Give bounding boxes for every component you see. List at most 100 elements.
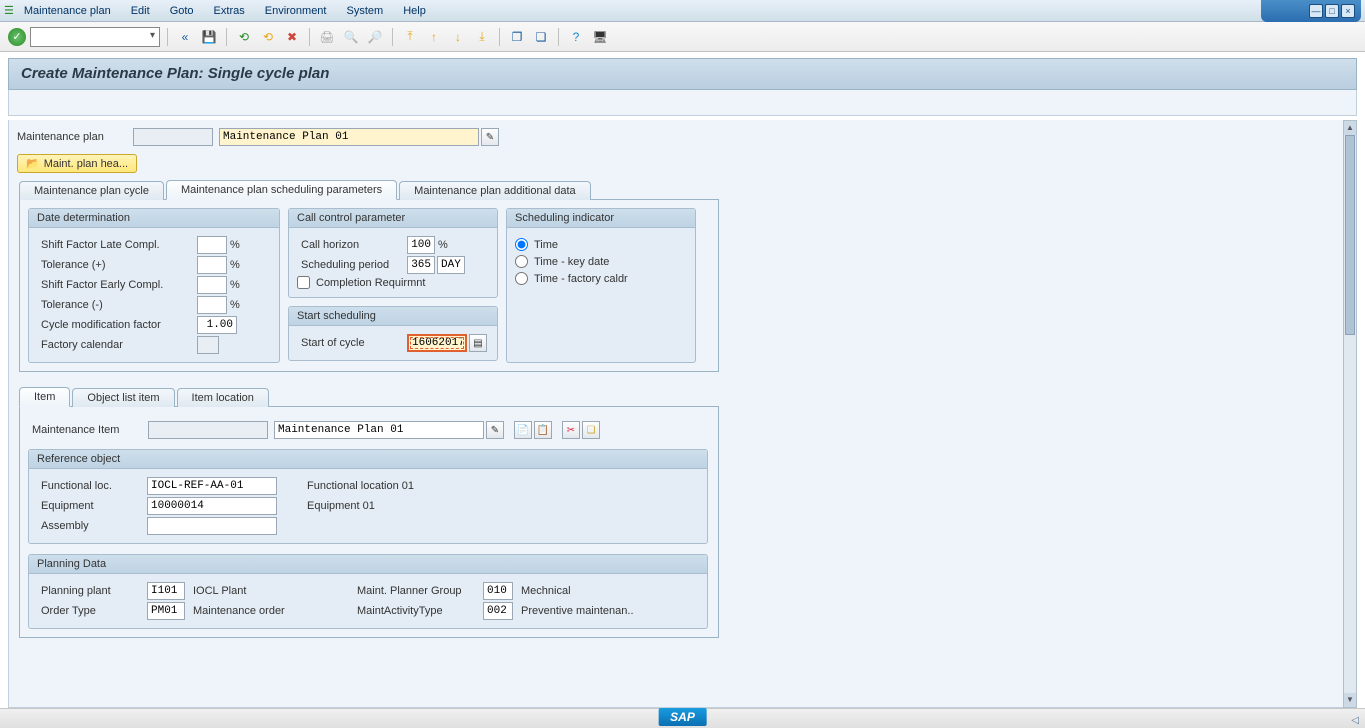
save-icon[interactable]: 💾 — [199, 27, 219, 47]
item-cut-icon[interactable]: ✂ — [562, 421, 580, 439]
last-page-icon[interactable]: ⤓ — [472, 27, 492, 47]
scroll-down-icon[interactable]: ▼ — [1344, 693, 1356, 707]
assembly-input[interactable] — [147, 517, 277, 535]
planning-plant-input[interactable] — [147, 582, 185, 600]
command-field[interactable] — [30, 27, 160, 47]
planner-group-label: Maint. Planner Group — [353, 585, 483, 597]
edit-desc-icon[interactable]: ✎ — [481, 128, 499, 146]
menu-system[interactable]: System — [337, 3, 394, 19]
menu-edit[interactable]: Edit — [121, 3, 160, 19]
maint-item-desc-input[interactable] — [274, 421, 484, 439]
planner-group-desc: Mechnical — [521, 585, 571, 597]
planner-group-input[interactable] — [483, 582, 513, 600]
menu-environment[interactable]: Environment — [255, 3, 337, 19]
prev-page-icon[interactable]: ↑ — [424, 27, 444, 47]
maintenance-plan-number-input[interactable] — [133, 128, 213, 146]
radio-time[interactable] — [515, 238, 528, 251]
tab-additional-data[interactable]: Maintenance plan additional data — [399, 181, 590, 200]
nav-cancel-icon[interactable]: ✖ — [282, 27, 302, 47]
pct-label-5: % — [438, 239, 448, 251]
tab-item-location[interactable]: Item location — [177, 388, 269, 407]
pct-label-2: % — [230, 259, 240, 271]
next-page-icon[interactable]: ↓ — [448, 27, 468, 47]
radio-factory-caldr-label: Time - factory caldr — [534, 273, 628, 285]
pct-label: % — [230, 239, 240, 251]
sched-period-unit-input[interactable] — [437, 256, 465, 274]
radio-time-label: Time — [534, 239, 558, 251]
assembly-label: Assembly — [37, 520, 147, 532]
radio-factory-caldr[interactable] — [515, 272, 528, 285]
maximize-button[interactable]: □ — [1325, 4, 1339, 18]
shift-early-label: Shift Factor Early Compl. — [37, 279, 197, 291]
item-create-icon[interactable]: 📄 — [514, 421, 532, 439]
pct-label-4: % — [230, 299, 240, 311]
maintenance-plan-desc-input[interactable] — [219, 128, 479, 146]
funcloc-input[interactable] — [147, 477, 277, 495]
scheduling-indicator-group: Scheduling indicator Time Time - key dat… — [506, 208, 696, 363]
menu-extras[interactable]: Extras — [204, 3, 255, 19]
factory-cal-label: Factory calendar — [37, 339, 197, 351]
item-other-icon[interactable]: ❏ — [582, 421, 600, 439]
tab-object-list[interactable]: Object list item — [72, 388, 174, 407]
maint-item-label: Maintenance Item — [28, 424, 148, 436]
scroll-thumb[interactable] — [1345, 135, 1355, 335]
item-copy-icon[interactable]: 📋 — [534, 421, 552, 439]
menu-maintenance-plan[interactable]: Maintenance plan — [14, 3, 121, 19]
reference-object-group: Reference object Functional loc.Function… — [28, 449, 708, 544]
maint-activity-type-input[interactable] — [483, 602, 513, 620]
find-icon: 🔍 — [341, 27, 361, 47]
sched-period-input[interactable] — [407, 256, 435, 274]
back-icon[interactable]: « — [175, 27, 195, 47]
status-arrow-icon[interactable]: ◁ — [1351, 715, 1359, 726]
shift-early-input[interactable] — [197, 276, 227, 294]
cycle-mod-input[interactable] — [197, 316, 237, 334]
date-picker-icon[interactable]: ▤ — [469, 334, 487, 352]
tol-minus-label: Tolerance (-) — [37, 299, 197, 311]
main-content: Maintenance plan ✎ 📂 Maint. plan hea... … — [8, 120, 1345, 708]
radio-keydate[interactable] — [515, 255, 528, 268]
item-pane: Maintenance Item ✎ 📄 📋 ✂ ❏ Reference obj… — [19, 406, 719, 638]
minimize-button[interactable]: — — [1309, 4, 1323, 18]
radio-keydate-label: Time - key date — [534, 256, 609, 268]
pct-label-3: % — [230, 279, 240, 291]
help-icon[interactable]: ? — [566, 27, 586, 47]
tab-item[interactable]: Item — [19, 387, 70, 407]
menu-goto[interactable]: Goto — [160, 3, 204, 19]
new-session-icon[interactable]: ❐ — [507, 27, 527, 47]
nav-back-icon[interactable]: ⟲ — [234, 27, 254, 47]
statusbar: SAP ◁ — [0, 708, 1365, 728]
date-determination-group: Date determination Shift Factor Late Com… — [28, 208, 280, 363]
completion-req-checkbox[interactable] — [297, 276, 310, 289]
call-horizon-input[interactable] — [407, 236, 435, 254]
maint-item-number-input[interactable] — [148, 421, 268, 439]
start-scheduling-group: Start scheduling Start of cycle▤ — [288, 306, 498, 361]
tab-cycle[interactable]: Maintenance plan cycle — [19, 181, 164, 200]
equipment-input[interactable] — [147, 497, 277, 515]
nav-exit-icon[interactable]: ⟲ — [258, 27, 278, 47]
order-type-input[interactable] — [147, 602, 185, 620]
layout-icon[interactable]: 🖥 — [590, 27, 610, 47]
tol-minus-input[interactable] — [197, 296, 227, 314]
enter-icon[interactable]: ✓ — [8, 28, 26, 46]
menu-help[interactable]: Help — [393, 3, 436, 19]
item-edit-icon[interactable]: ✎ — [486, 421, 504, 439]
first-page-icon[interactable]: ⤒ — [400, 27, 420, 47]
tol-plus-input[interactable] — [197, 256, 227, 274]
vertical-scrollbar[interactable]: ▲ ▼ — [1343, 120, 1357, 708]
shift-late-input[interactable] — [197, 236, 227, 254]
tol-plus-label: Tolerance (+) — [37, 259, 197, 271]
start-cycle-input[interactable] — [407, 334, 467, 352]
funcloc-label: Functional loc. — [37, 480, 147, 492]
menu-icon[interactable]: ☰ — [4, 4, 14, 17]
close-button[interactable]: × — [1341, 4, 1355, 18]
tab-scheduling-params[interactable]: Maintenance plan scheduling parameters — [166, 180, 397, 200]
factory-cal-input[interactable] — [197, 336, 219, 354]
maint-plan-header-button[interactable]: 📂 Maint. plan hea... — [17, 154, 137, 173]
planning-plant-desc: IOCL Plant — [193, 585, 353, 597]
sap-logo: SAP — [658, 708, 707, 726]
sched-period-label: Scheduling period — [297, 259, 407, 271]
scroll-up-icon[interactable]: ▲ — [1344, 121, 1356, 135]
reference-object-title: Reference object — [29, 450, 707, 469]
order-type-desc: Maintenance order — [193, 605, 353, 617]
shortcut-icon[interactable]: ❏ — [531, 27, 551, 47]
